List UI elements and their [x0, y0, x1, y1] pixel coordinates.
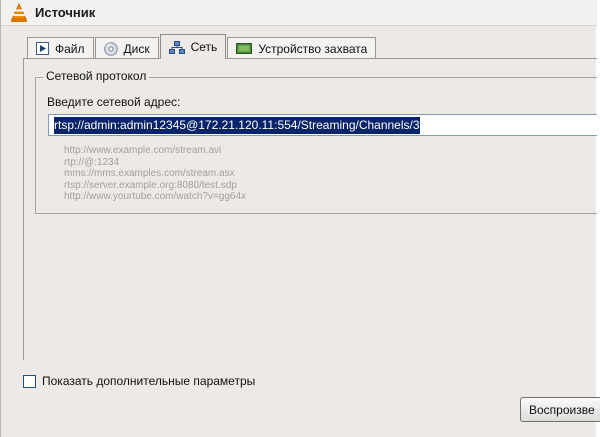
play-file-icon	[36, 42, 49, 55]
url-example: rtp://@:1234	[64, 156, 120, 168]
tab-network-label: Сеть	[190, 40, 218, 54]
network-address-label: Введите сетевой адрес:	[47, 95, 181, 109]
show-more-options-checkbox[interactable]	[23, 374, 36, 388]
tab-network[interactable]: Сеть	[159, 34, 227, 59]
show-more-options-row[interactable]: Показать дополнительные параметры	[23, 374, 255, 388]
tab-capture-device[interactable]: Устройство захвата	[227, 37, 377, 59]
network-protocol-group-title: Сетевой протокол	[43, 69, 150, 83]
open-media-dialog: Источник Файл Диск Сеть Устройство захва…	[0, 0, 600, 437]
url-examples: http://www.example.com/stream.avi rtp://…	[64, 145, 246, 203]
show-more-options-label[interactable]: Показать дополнительные параметры	[42, 374, 255, 388]
url-example: rtsp://server.example.org:8080/test.sdp	[64, 179, 237, 191]
tab-disc-label: Диск	[123, 41, 150, 56]
url-example: http://www.example.com/stream.avi	[64, 145, 222, 156]
url-example: mms://mms.examples.com/stream.asx	[64, 168, 235, 179]
vlc-cone-icon	[9, 2, 29, 23]
tab-file[interactable]: Файл	[27, 37, 94, 59]
play-button[interactable]: Воспроизве	[520, 397, 600, 422]
disc-icon	[103, 41, 118, 56]
tab-file-label: Файл	[55, 41, 85, 56]
network-icon	[168, 40, 185, 54]
play-button-label: Воспроизве	[529, 402, 595, 417]
network-address-value: rtsp://admin:admin12345@172.21.120.11:55…	[54, 117, 420, 134]
title-bar[interactable]: Источник	[1, 0, 597, 26]
window-title: Источник	[35, 5, 96, 20]
capture-device-icon	[236, 42, 253, 55]
network-address-input[interactable]: rtsp://admin:admin12345@172.21.120.11:55…	[48, 114, 597, 136]
url-example: http://www.yourtube.com/watch?v=gg64x	[64, 191, 247, 202]
tab-strip: Файл Диск Сеть Устройство захвата	[27, 34, 377, 59]
tab-disc[interactable]: Диск	[94, 37, 159, 59]
tab-capture-device-label: Устройство захвата	[258, 41, 368, 56]
